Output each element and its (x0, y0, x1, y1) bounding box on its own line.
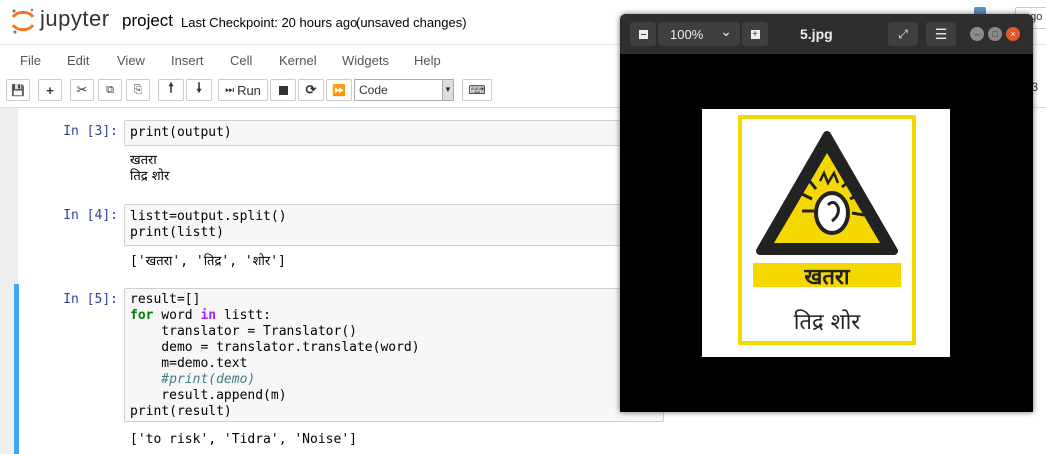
cell-type-select[interactable]: Code ▼ (354, 79, 454, 101)
menu-widgets[interactable]: Widgets (342, 53, 389, 68)
menu-kernel[interactable]: Kernel (279, 53, 317, 68)
zoom-out-button[interactable] (630, 22, 656, 46)
keyword-in: in (200, 308, 217, 323)
menu-file[interactable]: File (20, 53, 41, 68)
save-button[interactable]: 💾 (6, 79, 30, 101)
code-line: print(output) (130, 125, 232, 140)
code-line: print(result) (130, 404, 232, 419)
chevron-down-icon: ▼ (442, 80, 453, 100)
checkpoint-status: Last Checkpoint: 20 hours ago (181, 15, 358, 30)
move-up-button[interactable]: 🠕 (158, 79, 184, 101)
copy-button[interactable]: ⧉ (98, 79, 122, 101)
fast-forward-icon: ⏩ (332, 84, 346, 97)
plus-icon: + (46, 82, 54, 98)
menu-edit[interactable]: Edit (67, 53, 89, 68)
keyword-for: for (130, 308, 154, 323)
stop-icon (278, 85, 288, 95)
arrow-up-icon: 🠕 (168, 80, 174, 95)
loud-noise-warning-icon (756, 131, 898, 255)
menu-button[interactable]: ☰ (926, 22, 956, 46)
refresh-icon: ⟳ (305, 82, 317, 97)
restart-button[interactable]: ⟳ (298, 79, 324, 101)
code-line: translator = Translator() (130, 324, 357, 339)
maximize-icon: □ (992, 29, 998, 39)
zoom-level: 100% (670, 26, 704, 42)
cell-prompt: In [4]: (63, 208, 118, 223)
notebook-name[interactable]: project (122, 11, 173, 31)
run-label: Run (237, 82, 261, 98)
hamburger-menu-icon: ☰ (934, 25, 948, 42)
close-window-button[interactable]: × (1006, 27, 1020, 41)
jupyter-logo-text[interactable]: jupyter (40, 6, 110, 32)
menu-help[interactable]: Help (414, 53, 441, 68)
code-line: result.append(m) (130, 388, 287, 403)
zoom-in-button[interactable]: + (742, 22, 768, 46)
minimize-icon: – (974, 29, 980, 39)
menu-cell[interactable]: Cell (230, 53, 252, 68)
chevron-down-icon: ⌄ (720, 23, 732, 39)
viewer-titlebar[interactable]: 100% ⌄ + 5.jpg ⤢ ☰ – □ × (620, 14, 1033, 54)
menu-insert[interactable]: Insert (171, 53, 204, 68)
expand-icon: ⤢ (898, 26, 908, 41)
warning-sign-image: खतरा तिद्र शोर (702, 109, 950, 357)
cell-prompt: In [3]: (63, 124, 118, 139)
cell-output-line: खतरा (130, 153, 157, 168)
image-viewer-window[interactable]: 100% ⌄ + 5.jpg ⤢ ☰ – □ × खतरा तिद्र शोर (620, 14, 1033, 412)
arrow-down-icon: 🠗 (196, 80, 202, 95)
code-line: result=[] (130, 292, 200, 308)
sign-subtitle-text: तिद्र शोर (793, 310, 861, 335)
cell-output: ['खतरा', 'तिद्र', 'शोर'] (130, 254, 286, 269)
unsaved-status: (unsaved changes) (356, 15, 467, 30)
paste-icon: ⎘ (133, 83, 143, 96)
zoom-level-select[interactable]: 100% ⌄ (658, 22, 740, 46)
run-button[interactable]: ⏭ Run (218, 79, 268, 101)
cell-type-value: Code (359, 83, 388, 97)
maximize-window-button[interactable]: □ (988, 27, 1002, 41)
command-palette-button[interactable]: ⌨ (462, 79, 492, 101)
cut-button[interactable]: ✂ (70, 79, 94, 101)
close-icon: × (1010, 29, 1016, 39)
move-down-button[interactable]: 🠗 (186, 79, 212, 101)
code-line: listt=output.split() (130, 209, 287, 224)
cell-output: ['to risk', 'Tidra', 'Noise'] (130, 432, 357, 447)
sign-title-text: खतरा (804, 265, 850, 290)
selected-cell-indicator (14, 284, 19, 454)
code-line: for word in listt: (130, 308, 271, 323)
cell-output-line: तिद्र शोर (130, 169, 170, 184)
jupyter-logo-icon[interactable] (10, 7, 36, 35)
code-line: print(listt) (130, 225, 224, 240)
viewer-title: 5.jpg (800, 26, 833, 42)
scissors-icon: ✂ (76, 82, 88, 97)
fullscreen-button[interactable]: ⤢ (888, 22, 918, 46)
step-forward-icon: ⏭ (225, 84, 235, 96)
save-icon: 💾 (11, 84, 25, 97)
keyboard-icon: ⌨ (468, 83, 486, 97)
code-line: m=demo.text (130, 356, 248, 371)
interrupt-button[interactable] (270, 79, 296, 101)
paste-button[interactable]: ⎘ (126, 79, 150, 101)
restart-run-all-button[interactable]: ⏩ (326, 79, 352, 101)
cell-prompt: In [5]: (63, 292, 118, 307)
minus-icon (638, 29, 648, 39)
menu-view[interactable]: View (117, 53, 145, 68)
insert-cell-button[interactable]: + (38, 79, 62, 101)
code-comment-line: #print(demo) (130, 372, 256, 387)
minimize-window-button[interactable]: – (970, 27, 984, 41)
copy-icon: ⧉ (106, 83, 114, 96)
code-text: result=[] (130, 292, 201, 307)
plus-icon: + (750, 28, 760, 40)
code-line: demo = translator.translate(word) (130, 340, 420, 355)
